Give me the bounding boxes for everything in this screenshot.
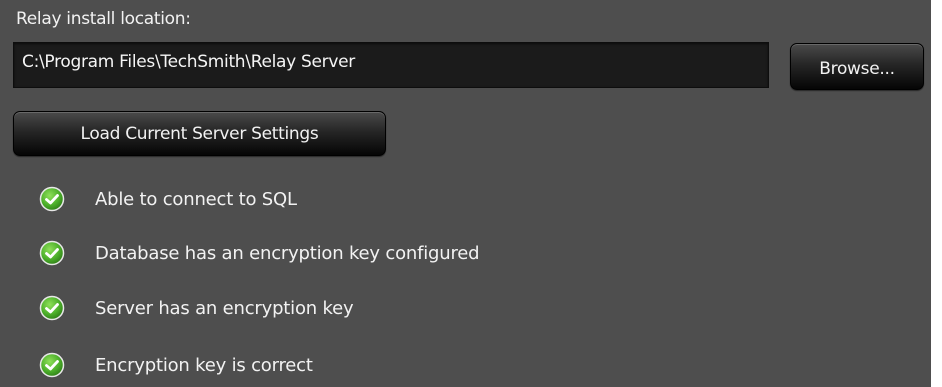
relay-settings-panel: Relay install location: C:\Program Files… (0, 0, 931, 387)
browse-button[interactable]: Browse... (790, 43, 924, 90)
check-item-label: Able to connect to SQL (95, 188, 297, 210)
check-circle-icon (39, 352, 65, 378)
check-item-label: Server has an encryption key (95, 297, 354, 319)
check-item-label: Database has an encryption key configure… (95, 242, 480, 264)
check-item-server-key: Server has an encryption key (39, 293, 354, 323)
check-item-database-key: Database has an encryption key configure… (39, 238, 480, 268)
check-circle-icon (39, 240, 65, 266)
load-current-server-settings-button[interactable]: Load Current Server Settings (13, 111, 386, 156)
check-item-label: Encryption key is correct (95, 354, 313, 376)
install-location-label: Relay install location: (16, 9, 191, 29)
check-item-key-correct: Encryption key is correct (39, 350, 313, 380)
check-circle-icon (39, 295, 65, 321)
install-path-field[interactable]: C:\Program Files\TechSmith\Relay Server (13, 42, 769, 88)
check-circle-icon (39, 186, 65, 212)
check-item-sql-connection: Able to connect to SQL (39, 184, 297, 214)
